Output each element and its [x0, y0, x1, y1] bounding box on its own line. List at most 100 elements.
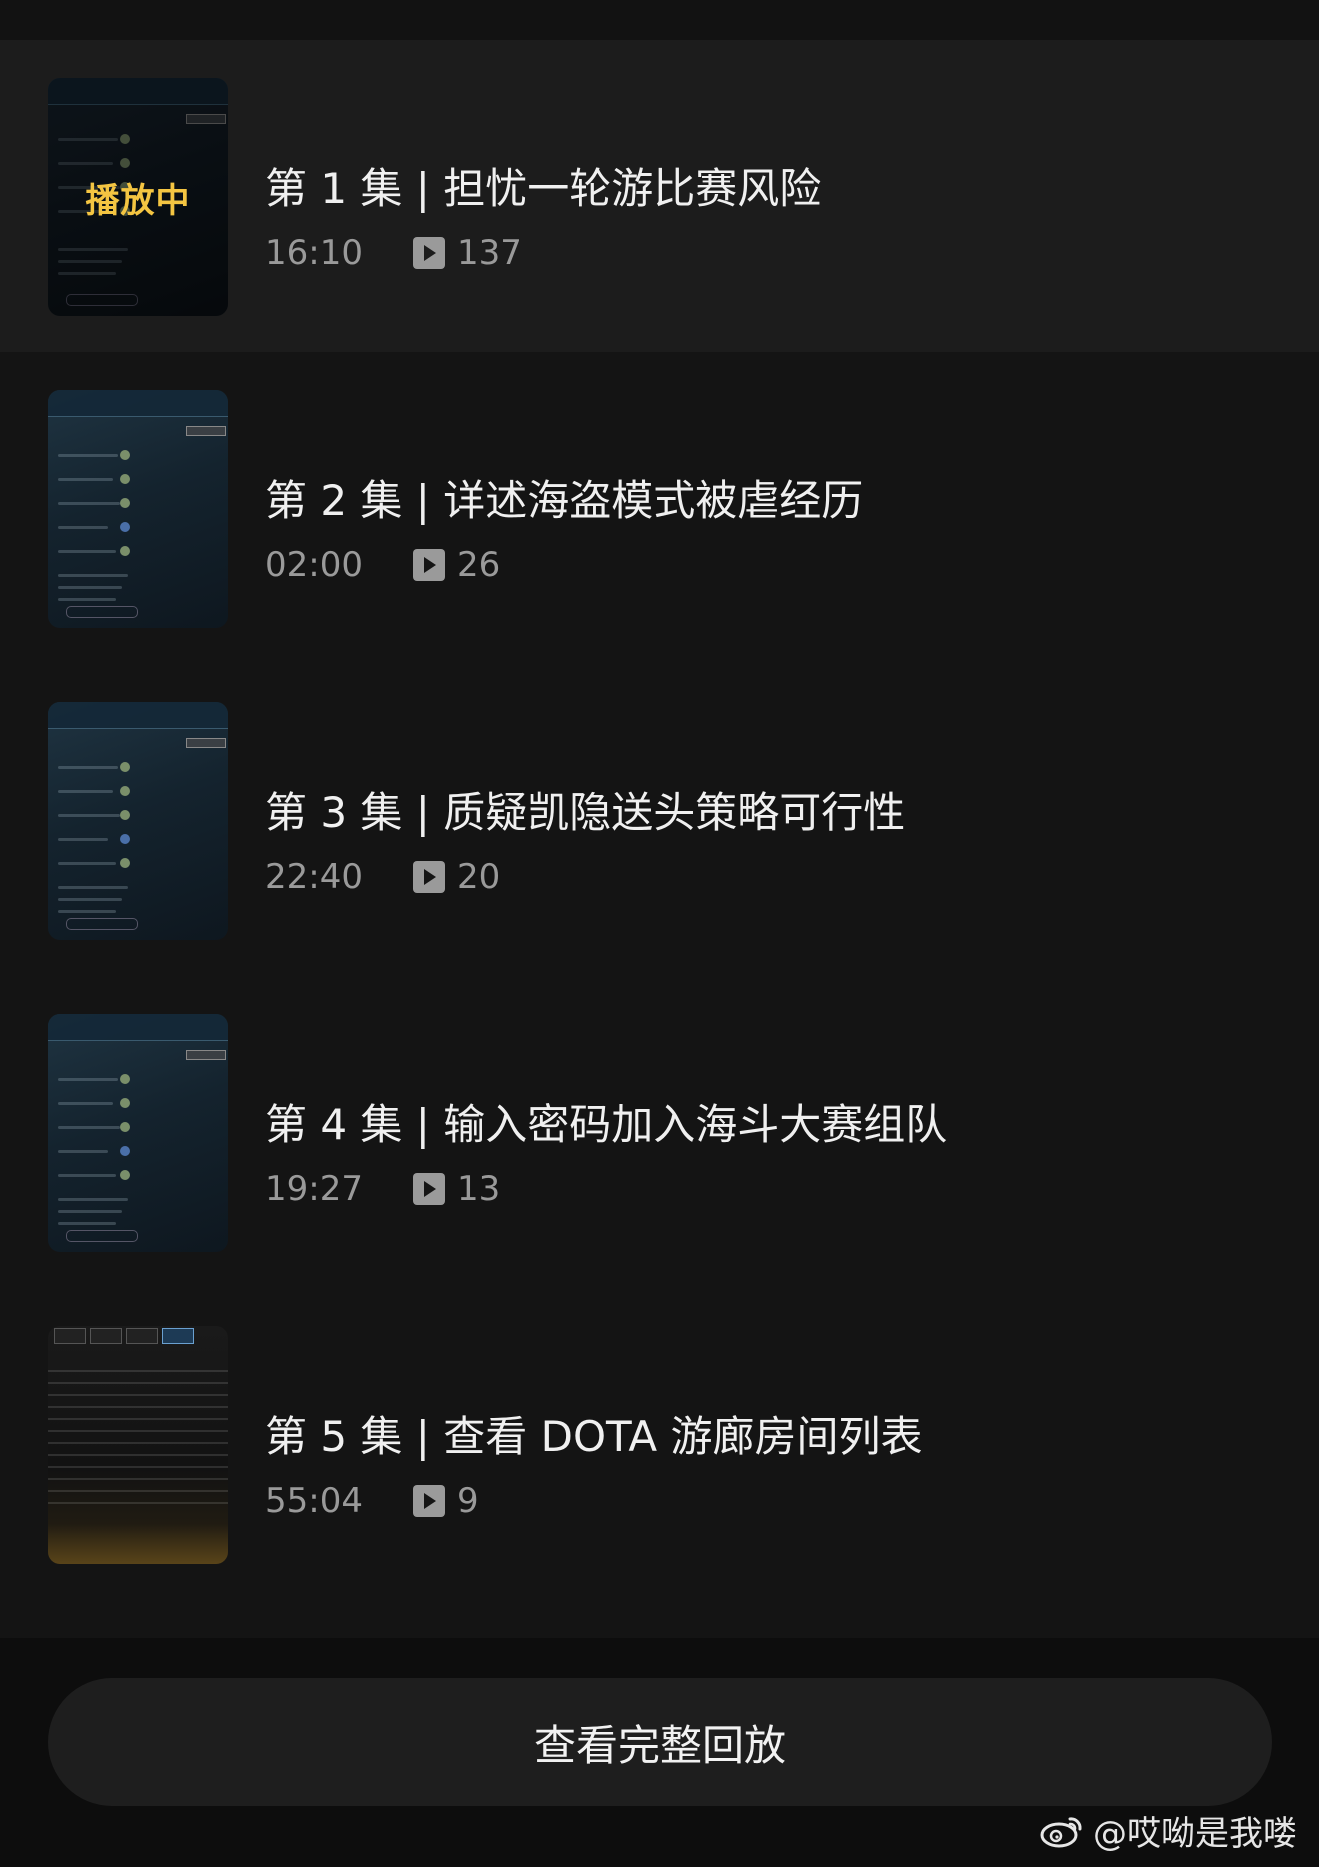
thumbnail-tab — [54, 1328, 86, 1344]
thumbnail-row — [48, 1406, 228, 1408]
thumbnail-footer — [66, 918, 138, 930]
thumbnail-bottom-glow — [48, 1524, 228, 1564]
episode-duration: 16:10 — [265, 233, 363, 273]
episode-thumbnail — [48, 1326, 228, 1564]
weibo-icon — [1040, 1816, 1082, 1847]
episode-meta: 16:10 137 — [265, 233, 522, 273]
episode-meta: 22:40 20 — [265, 857, 500, 897]
thumbnail-line — [58, 1078, 118, 1081]
thumbnail-line — [58, 550, 116, 553]
thumbnail-row — [48, 1430, 228, 1432]
now-playing-label: 播放中 — [48, 78, 228, 316]
thumbnail-tab — [90, 1328, 122, 1344]
episode-meta: 19:27 13 — [265, 1169, 500, 1209]
thumbnail-row — [48, 1442, 228, 1444]
play-count-icon — [412, 549, 445, 581]
thumbnail-row — [48, 1502, 228, 1504]
thumbnail-avatar — [120, 762, 130, 772]
thumbnail-footer — [66, 606, 138, 618]
thumbnail-avatar — [120, 1146, 130, 1156]
episode-item-2[interactable]: 第 2 集 | 详述海盗模式被虐经历 02:00 26 — [0, 352, 1319, 664]
episode-play-count: 26 — [456, 545, 501, 585]
thumbnail-topbar — [48, 1014, 228, 1041]
thumbnail-line — [58, 1198, 128, 1201]
thumbnail-line — [58, 1222, 116, 1225]
play-count-icon — [412, 861, 445, 893]
watermark-text: @哎呦是我喽 — [1093, 1814, 1297, 1854]
thumbnail-line — [58, 1174, 116, 1177]
view-full-replay-button[interactable]: 查看完整回放 — [48, 1678, 1272, 1806]
thumbnail-line — [58, 1150, 108, 1153]
thumbnail-avatar — [120, 858, 130, 868]
thumbnail-row — [48, 1418, 228, 1420]
thumbnail-row — [48, 1370, 228, 1372]
thumbnail-avatar — [120, 522, 130, 532]
thumbnail-button — [186, 426, 226, 436]
episode-title[interactable]: 第 4 集 | 输入密码加入海斗大赛组队 — [265, 1104, 947, 1146]
thumbnail-footer — [66, 1230, 138, 1242]
thumbnail-avatar — [120, 810, 130, 820]
thumbnail-avatar — [120, 786, 130, 796]
thumbnail-topbar — [48, 390, 228, 417]
thumbnail-line — [58, 502, 120, 505]
episode-list: 播放中 第 1 集 | 担忧一轮游比赛风险 16:10 137 第 2 集 | … — [0, 40, 1319, 1638]
thumbnail-tab — [126, 1328, 158, 1344]
replay-episode-page: 播放中 第 1 集 | 担忧一轮游比赛风险 16:10 137 第 2 集 | … — [0, 0, 1319, 1867]
play-count-icon — [412, 1485, 445, 1517]
thumbnail-avatar — [120, 546, 130, 556]
thumbnail-button — [186, 738, 226, 748]
episode-duration: 22:40 — [265, 857, 363, 897]
thumbnail-row — [48, 1454, 228, 1456]
thumbnail-avatar — [120, 834, 130, 844]
episode-meta: 55:04 9 — [265, 1481, 479, 1521]
episode-thumbnail — [48, 1014, 228, 1252]
episode-duration: 19:27 — [265, 1169, 363, 1209]
thumbnail-avatar — [120, 450, 130, 460]
episode-item-4[interactable]: 第 4 集 | 输入密码加入海斗大赛组队 19:27 13 — [0, 976, 1319, 1288]
thumbnail-avatar — [120, 474, 130, 484]
episode-title[interactable]: 第 3 集 | 质疑凯隐送头策略可行性 — [265, 792, 905, 834]
episode-item-5[interactable]: 第 5 集 | 查看 DOTA 游廊房间列表 55:04 9 — [0, 1288, 1319, 1600]
episode-item-3[interactable]: 第 3 集 | 质疑凯隐送头策略可行性 22:40 20 — [0, 664, 1319, 976]
thumbnail-line — [58, 1102, 113, 1105]
episode-play-count: 13 — [456, 1169, 501, 1209]
thumbnail-line — [58, 478, 113, 481]
play-count-icon — [412, 237, 445, 269]
thumbnail-avatar — [120, 1122, 130, 1132]
thumbnail-button — [186, 1050, 226, 1060]
thumbnail-line — [58, 586, 122, 589]
episode-thumbnail: 播放中 — [48, 78, 228, 316]
thumbnail-line — [58, 598, 116, 601]
episode-play-count: 137 — [456, 233, 522, 273]
thumbnail-line — [58, 526, 108, 529]
bottom-action-area: 查看完整回放 @哎呦是我喽 — [0, 1638, 1319, 1867]
thumbnail-line — [58, 454, 118, 457]
episode-duration: 02:00 — [265, 545, 363, 585]
thumbnail-line — [58, 886, 128, 889]
episode-title[interactable]: 第 2 集 | 详述海盗模式被虐经历 — [265, 480, 863, 522]
thumbnail-line — [58, 790, 113, 793]
episode-thumbnail — [48, 390, 228, 628]
episode-item-partial — [0, 1600, 1319, 1638]
thumbnail-row — [48, 1382, 228, 1384]
episode-title[interactable]: 第 5 集 | 查看 DOTA 游廊房间列表 — [265, 1416, 923, 1458]
thumbnail-tab — [162, 1328, 194, 1344]
thumbnail-line — [58, 1126, 120, 1129]
top-strip — [0, 0, 1319, 40]
episode-thumbnail — [48, 702, 228, 940]
episode-duration: 55:04 — [265, 1481, 363, 1521]
episode-item-1[interactable]: 播放中 第 1 集 | 担忧一轮游比赛风险 16:10 137 — [0, 40, 1319, 352]
thumbnail-line — [58, 910, 116, 913]
thumbnail-line — [58, 814, 120, 817]
thumbnail-avatar — [120, 1074, 130, 1084]
episode-play-count: 9 — [456, 1481, 479, 1521]
watermark: @哎呦是我喽 — [1039, 1806, 1297, 1855]
play-count-icon — [412, 1173, 445, 1205]
thumbnail-line — [58, 862, 116, 865]
thumbnail-line — [58, 1210, 122, 1213]
episode-title[interactable]: 第 1 集 | 担忧一轮游比赛风险 — [265, 168, 821, 210]
thumbnail-avatar — [120, 1170, 130, 1180]
thumbnail-topbar — [48, 702, 228, 729]
thumbnail-avatar — [120, 498, 130, 508]
thumbnail-avatar — [120, 1098, 130, 1108]
